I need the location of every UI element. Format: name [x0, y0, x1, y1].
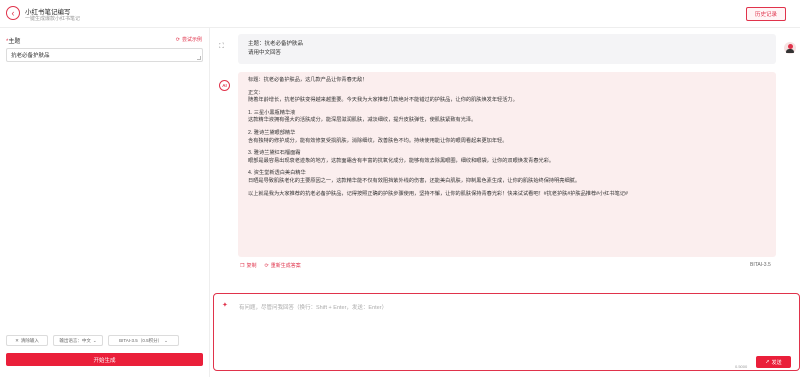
model-select-label: BITAI-3.5（0.5积分） — [119, 337, 163, 343]
ai-message-line: 4. 资生堂新透白美白精华 — [248, 170, 306, 177]
page-subtitle: 一键生成爆款小红书笔记 — [25, 16, 81, 22]
try-example-link[interactable]: ⟳ 尝试示例 — [175, 36, 202, 44]
ai-message-line: 日晒是导致肌肤老化的主要原因之一，这款精华能不仅有效阻挡紫外线的伤害，还能美白肌… — [248, 177, 581, 184]
ai-message-line: 3. 雅诗兰黛红石榴面霜 — [248, 150, 301, 157]
options-row: ✕ 清除输入 输出语言：中文 ⌄ BITAI-3.5（0.5积分） ⌄ — [6, 335, 179, 346]
refresh-icon: ⟳ — [175, 36, 180, 43]
topic-label-text: 主题 — [8, 39, 21, 45]
chevron-down-icon: ⌄ — [164, 337, 168, 343]
send-icon: ➚ — [765, 359, 770, 365]
expand-icon[interactable]: ⛶ — [219, 43, 226, 50]
ai-message-line: 眼部是最容易出现衰老迹象的地方，这款面霜含有丰富的抗氧化成分，能够有效去除黑眼圈… — [248, 157, 555, 164]
ai-avatar: AI — [219, 80, 230, 91]
ai-message: 标题：抗老必备护肤品，这几款产品让你青春无敌！ 正文： 随着年龄增长，抗老护肤变… — [238, 72, 776, 257]
chevron-down-icon: ⌄ — [92, 337, 97, 343]
message-actions: ❐ 复制 ⟳ 重新生成答案 — [240, 262, 301, 270]
credit-cost: 0.5000 — [735, 364, 748, 369]
copy-icon: ❐ — [240, 262, 245, 269]
user-avatar-body — [786, 49, 794, 53]
ai-message-line: 标题：抗老必备护肤品，这几款产品让你青春无敌！ — [248, 77, 368, 83]
ai-message-line: 以上就是我为大家推荐的抗老必备护肤品，记得按照正确的护肤步骤使用，坚持不懈，让你… — [248, 190, 628, 197]
send-label: 发送 — [771, 359, 782, 366]
chevron-left-icon: ‹ — [11, 7, 15, 18]
model-select[interactable]: BITAI-3.5（0.5积分） ⌄ — [108, 335, 179, 346]
try-example-label: 尝试示例 — [181, 37, 202, 43]
user-avatar — [784, 42, 796, 54]
ai-message-line: 含有独特的修护成分，能有效修复受损肌肤，消除细纹，改善肤色不均。持续使用能让你的… — [248, 137, 508, 144]
topic-input[interactable]: 抗老必备护肤品 — [6, 48, 203, 62]
model-tag: BITAI-3.5 — [750, 262, 771, 268]
input-footer: ✕ 清除输入 输出语言：中文 ⌄ BITAI-3.5（0.5积分） ⌄ 开始生成 — [0, 335, 210, 377]
generate-button[interactable]: 开始生成 — [6, 353, 203, 366]
resize-handle[interactable] — [197, 56, 201, 60]
chat-input-box[interactable]: ✦ 有问题，尽管问我回答（换行：Shift + Enter，发送：Enter） … — [213, 293, 800, 371]
topic-input-value: 抗老必备护肤品 — [11, 53, 50, 59]
user-message: 主题：抗老必备护肤品 请用中文回答 — [238, 34, 776, 64]
close-icon: ✕ — [15, 337, 19, 343]
regenerate-button[interactable]: ⟳ 重新生成答案 — [264, 262, 301, 270]
output-language-label: 输出语言：中文 — [59, 337, 91, 343]
ai-message-line: 随着年龄增长，抗老护肤变得越来越重要。今天我为大家推荐几款绝对不能错过的护肤品，… — [248, 97, 518, 104]
output-language-select[interactable]: 输出语言：中文 ⌄ — [53, 335, 103, 346]
refresh-icon: ⟳ — [264, 262, 269, 269]
user-message-line: 请用中文回答 — [248, 50, 282, 56]
send-button[interactable]: ➚ 发送 — [756, 356, 791, 368]
history-button[interactable]: 历史记录 — [746, 7, 786, 21]
copy-button[interactable]: ❐ 复制 — [240, 262, 257, 270]
regenerate-label: 重新生成答案 — [270, 263, 301, 269]
ai-message-line: 这款精华液拥有强大的活肤成分，能深层滋润肌肤，减淡细纹，提升皮肤弹性，使肌肤紧致… — [248, 117, 477, 124]
topic-label: *主题 — [6, 36, 20, 45]
ai-message-line: 2. 雅诗兰黛眼部精华 — [248, 129, 296, 136]
chat-input-placeholder[interactable]: 有问题，尽管问我回答（换行：Shift + Enter，发送：Enter） — [239, 303, 387, 311]
header: ‹ 小红书笔记编写 一键生成爆款小红书笔记 历史记录 — [0, 0, 800, 28]
input-panel: *主题 ⟳ 尝试示例 抗老必备护肤品 ✕ 清除输入 输出语言：中文 ⌄ BITA… — [0, 28, 210, 377]
copy-label: 复制 — [246, 263, 257, 269]
user-message-line: 主题：抗老必备护肤品 — [248, 41, 304, 47]
magic-wand-icon: ✦ — [222, 302, 228, 309]
back-button[interactable]: ‹ — [6, 6, 20, 20]
clear-input-label: 清除输入 — [20, 337, 39, 343]
clear-input-button[interactable]: ✕ 清除输入 — [6, 335, 48, 346]
